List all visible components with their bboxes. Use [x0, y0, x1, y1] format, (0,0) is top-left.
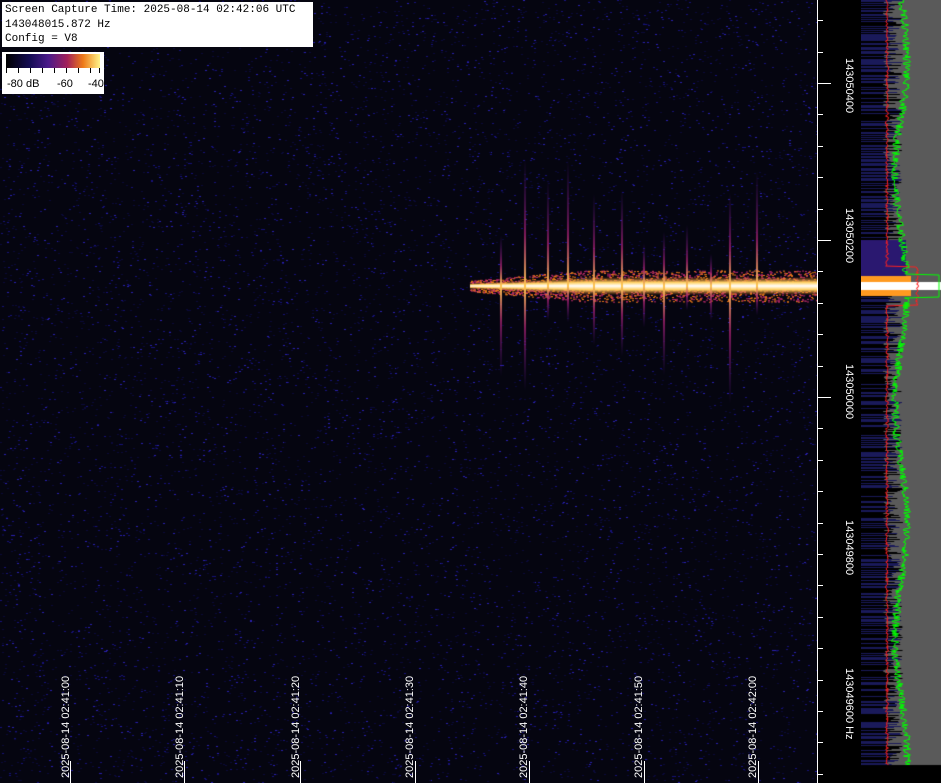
freq-label-0: 143050400 — [843, 58, 855, 114]
freq-label-1: 143050200 — [843, 208, 855, 264]
freq-minor-tick — [817, 460, 823, 461]
freq-minor-tick — [817, 742, 823, 743]
freq-minor-tick — [817, 585, 823, 586]
legend-label-max: -40 — [88, 78, 104, 90]
waterfall-canvas[interactable] — [0, 0, 817, 783]
freq-label-4: 143049600 Hz — [843, 668, 855, 740]
frequency-axis: 143050400 143050200 143050000 143049800 … — [817, 0, 861, 783]
freq-minor-tick — [817, 711, 823, 712]
freq-minor-tick — [817, 303, 823, 304]
config-text: Config = V8 — [5, 33, 78, 45]
freq-minor-tick — [817, 523, 823, 524]
freq-minor-tick — [817, 20, 823, 21]
freq-minor-tick — [817, 680, 823, 681]
legend-label-mid: -60 — [57, 78, 73, 90]
center-frequency-text: 143048015.872 Hz — [5, 18, 111, 31]
color-scale-bar — [6, 54, 100, 68]
legend-label-min: -80 dB — [7, 78, 40, 90]
freq-minor-tick — [817, 271, 823, 272]
freq-minor-tick — [817, 114, 823, 115]
freq-major-tick — [817, 240, 831, 241]
freq-minor-tick — [817, 648, 823, 649]
color-scale-ticks — [6, 68, 100, 74]
freq-label-2: 143050000 — [843, 364, 855, 420]
spectrum-canvas — [861, 0, 941, 783]
freq-minor-tick — [817, 146, 823, 147]
screen-capture: Screen Capture Time: 2025-08-14 02:42:06… — [0, 0, 941, 783]
freq-minor-tick — [817, 52, 823, 53]
freq-minor-tick — [817, 428, 823, 429]
freq-label-3: 143049800 — [843, 520, 855, 576]
freq-minor-tick — [817, 774, 823, 775]
freq-major-tick — [817, 83, 831, 84]
capture-time-text: Screen Capture Time: 2025-08-14 02:42:06… — [5, 4, 296, 16]
frequency-axis-line — [817, 0, 818, 783]
freq-minor-tick — [817, 491, 823, 492]
freq-minor-tick — [817, 209, 823, 210]
waterfall-display[interactable] — [0, 0, 817, 783]
freq-minor-tick — [817, 554, 823, 555]
freq-minor-tick — [817, 177, 823, 178]
spectrum-panel — [861, 0, 941, 783]
capture-info-box: Screen Capture Time: 2025-08-14 02:42:06… — [2, 2, 313, 47]
freq-minor-tick — [817, 617, 823, 618]
color-scale-legend: -80 dB -60 -40 — [2, 52, 104, 94]
freq-major-tick — [817, 397, 831, 398]
freq-minor-tick — [817, 334, 823, 335]
freq-minor-tick — [817, 366, 823, 367]
